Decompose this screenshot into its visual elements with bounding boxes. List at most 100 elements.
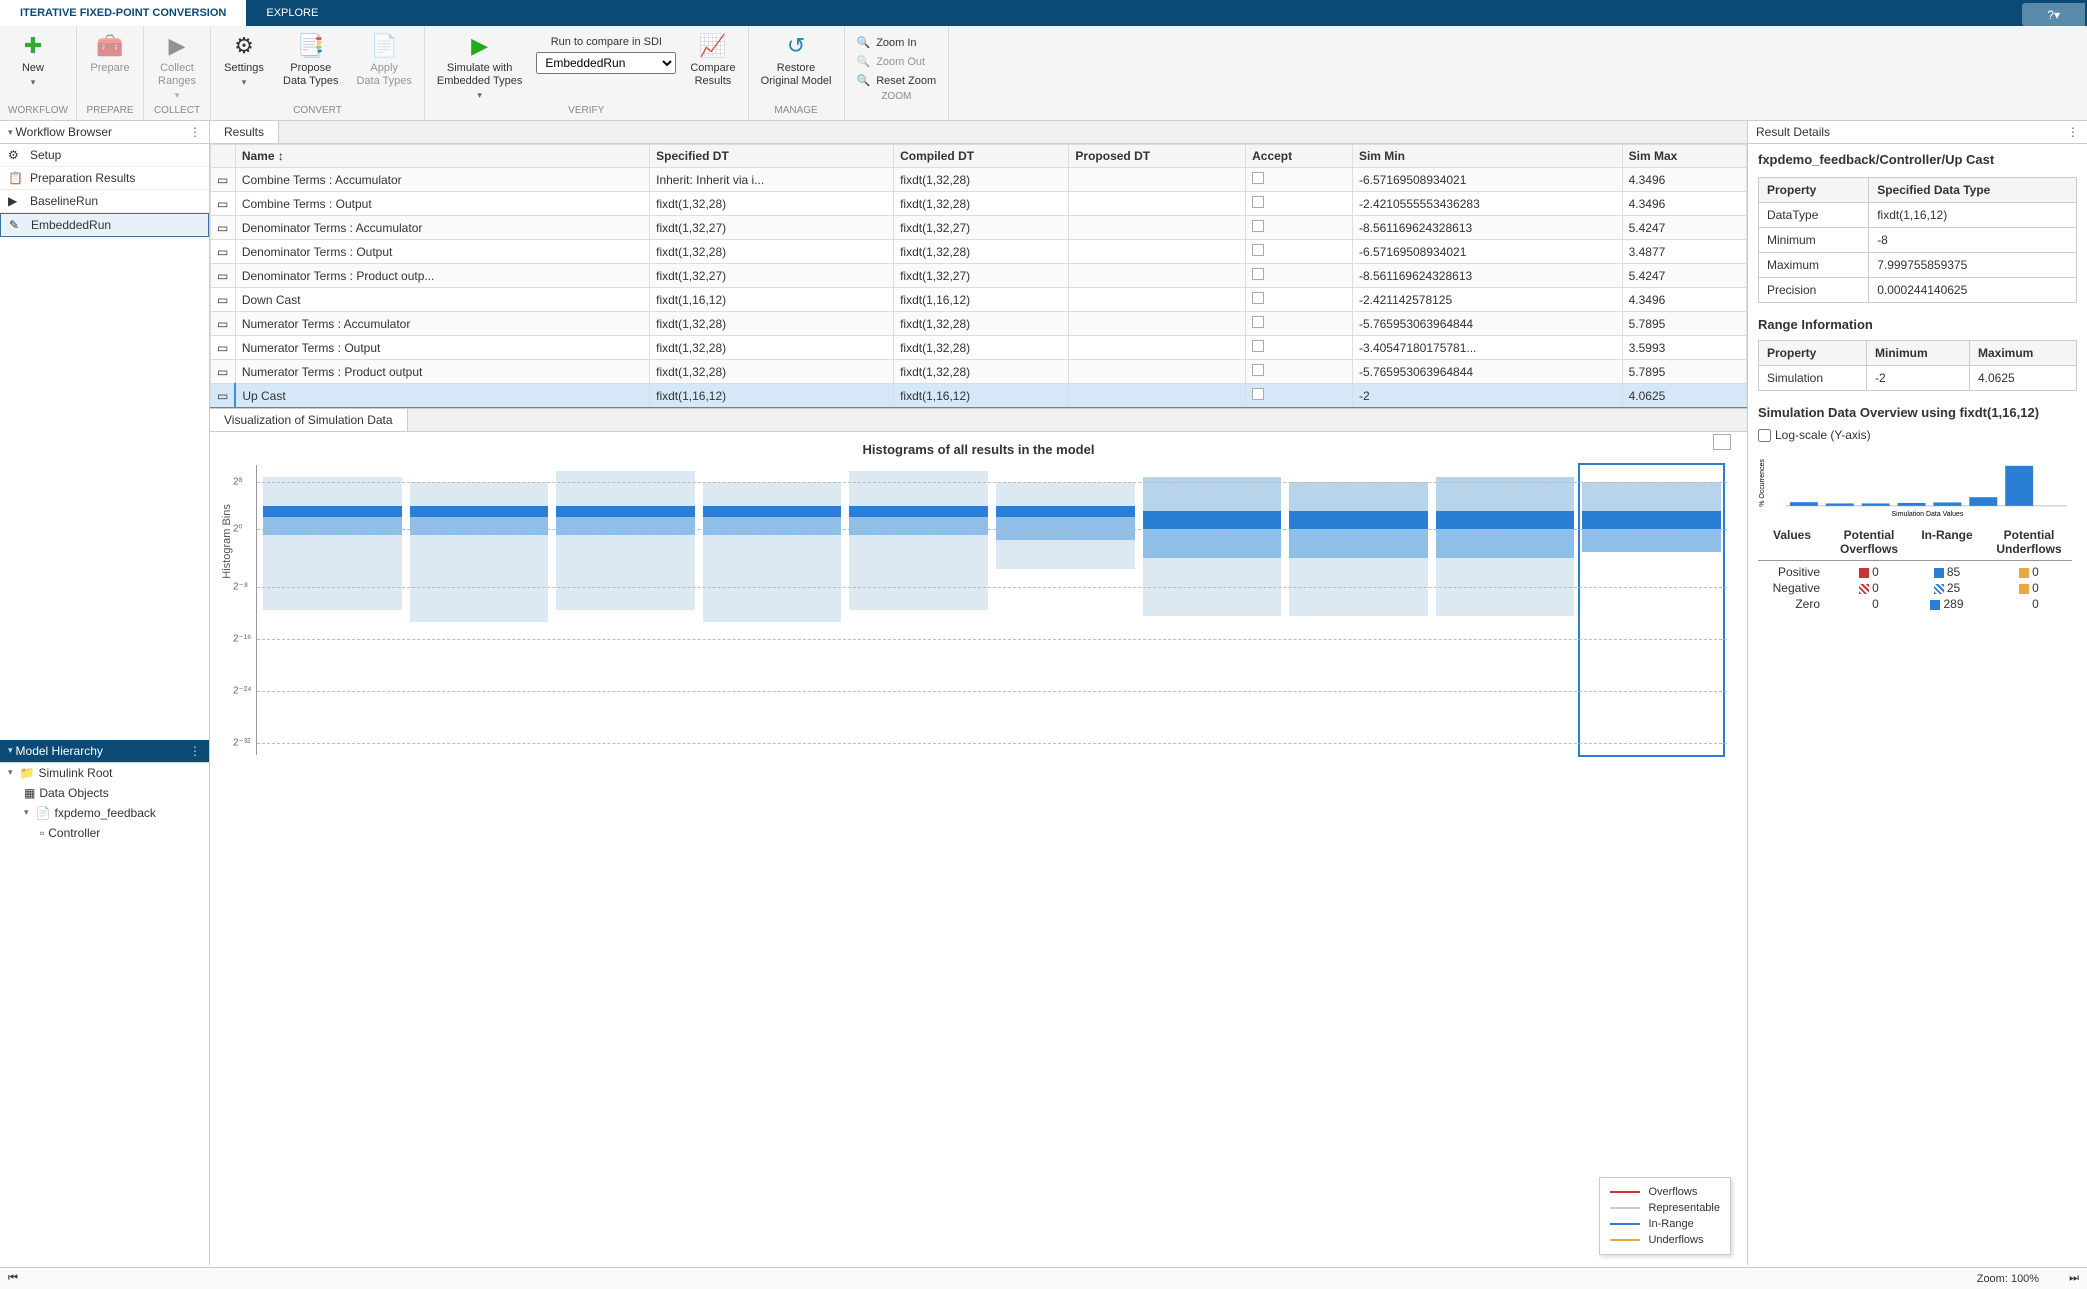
- zoom-group-label: ZOOM: [853, 89, 941, 104]
- col-sim-max[interactable]: Sim Max: [1622, 145, 1746, 168]
- model-hierarchy-tree: ▾📁 Simulink Root ▦ Data Objects ▾📄 fxpde…: [0, 763, 209, 1266]
- row-icon: ▭: [211, 312, 236, 336]
- workflow-item-embeddedrun[interactable]: ✎EmbeddedRun: [0, 213, 209, 237]
- workflow-item-preparation-results[interactable]: 📋Preparation Results: [0, 167, 209, 190]
- zoom-in-icon: 🔍: [857, 36, 871, 49]
- svg-text:% Occurrences: % Occurrences: [1759, 459, 1766, 507]
- model-menu-icon[interactable]: ⋮: [189, 744, 201, 758]
- collect-icon: ▶: [163, 32, 191, 60]
- row-icon: ▭: [211, 336, 236, 360]
- legend-toggle-button[interactable]: [1713, 434, 1731, 450]
- run-select[interactable]: EmbeddedRun: [536, 52, 676, 74]
- row-icon: ▭: [211, 192, 236, 216]
- tree-data-objects[interactable]: ▦ Data Objects: [0, 783, 209, 803]
- col-name[interactable]: Name ↕: [235, 145, 649, 168]
- hist-column[interactable]: [701, 465, 844, 755]
- workflow-menu-icon[interactable]: ⋮: [189, 125, 201, 139]
- accept-checkbox[interactable]: [1252, 292, 1264, 304]
- accept-checkbox[interactable]: [1252, 220, 1264, 232]
- prepare-group-label: PREPARE: [85, 103, 135, 118]
- table-row[interactable]: ▭ Numerator Terms : Product output fixdt…: [211, 360, 1747, 384]
- top-tab-bar: ITERATIVE FIXED-POINT CONVERSION EXPLORE…: [0, 0, 2087, 26]
- overview-title: Simulation Data Overview using fixdt(1,1…: [1758, 405, 2077, 420]
- table-row[interactable]: ▭ Denominator Terms : Output fixdt(1,32,…: [211, 240, 1747, 264]
- workflow-item-icon: ▶: [8, 194, 24, 208]
- apply-button: 📄 Apply Data Types: [352, 30, 415, 90]
- tree-root[interactable]: ▾📁 Simulink Root: [0, 763, 209, 783]
- accept-checkbox[interactable]: [1252, 316, 1264, 328]
- play-icon: ▶: [466, 32, 494, 60]
- accept-checkbox[interactable]: [1252, 244, 1264, 256]
- table-row[interactable]: ▭ Down Cast fixdt(1,16,12)fixdt(1,16,12)…: [211, 288, 1747, 312]
- property-row: Precision0.000244140625: [1759, 278, 2077, 303]
- reset-zoom-icon: 🔍: [857, 74, 871, 87]
- row-icon: ▭: [211, 384, 236, 408]
- accept-checkbox[interactable]: [1252, 388, 1264, 400]
- accept-checkbox[interactable]: [1252, 196, 1264, 208]
- propose-button[interactable]: 📑 Propose Data Types: [279, 30, 342, 90]
- property-row: Minimum-8: [1759, 228, 2077, 253]
- hist-column[interactable]: [847, 465, 990, 755]
- workflow-item-icon: 📋: [8, 171, 24, 185]
- reset-zoom-button[interactable]: 🔍Reset Zoom: [853, 72, 941, 89]
- prepare-icon: 🧰: [96, 32, 124, 60]
- table-row[interactable]: ▭ Denominator Terms : Product outp... fi…: [211, 264, 1747, 288]
- workflow-item-setup[interactable]: ⚙Setup: [0, 144, 209, 167]
- zoom-in-button[interactable]: 🔍Zoom In: [853, 34, 941, 51]
- status-bar: ⏮ Zoom: 100% ⏭: [0, 1267, 2087, 1289]
- table-row[interactable]: ▭ Combine Terms : Accumulator Inherit: I…: [211, 168, 1747, 192]
- table-row[interactable]: ▭ Combine Terms : Output fixdt(1,32,28)f…: [211, 192, 1747, 216]
- restore-icon: ↺: [782, 32, 810, 60]
- tree-model[interactable]: ▾📄 fxpdemo_feedback: [0, 803, 209, 823]
- workflow-item-icon: ⚙: [8, 148, 24, 162]
- hist-column[interactable]: [261, 465, 404, 755]
- hist-column[interactable]: [1434, 465, 1577, 755]
- row-icon: ▭: [211, 264, 236, 288]
- workflow-item-baselinerun[interactable]: ▶BaselineRun: [0, 190, 209, 213]
- col-compiled-dt[interactable]: Compiled DT: [894, 145, 1069, 168]
- details-menu-icon[interactable]: ⋮: [2067, 125, 2079, 139]
- table-row[interactable]: ▭ Denominator Terms : Accumulator fixdt(…: [211, 216, 1747, 240]
- logscale-checkbox[interactable]: Log-scale (Y-axis): [1758, 428, 2077, 442]
- accept-checkbox[interactable]: [1252, 364, 1264, 376]
- hist-ylabel: Histogram Bins: [221, 504, 233, 579]
- viz-tab[interactable]: Visualization of Simulation Data: [210, 409, 408, 431]
- compare-button[interactable]: 📈 Compare Results: [686, 30, 739, 90]
- hist-column[interactable]: [408, 465, 551, 755]
- hist-column[interactable]: [1287, 465, 1430, 755]
- results-tab[interactable]: Results: [210, 121, 279, 143]
- hist-column[interactable]: [1141, 465, 1284, 755]
- new-button[interactable]: ✚ New ▾: [8, 30, 58, 90]
- viz-panel: Histograms of all results in the model H…: [210, 432, 1747, 1265]
- col-proposed-dt[interactable]: Proposed DT: [1069, 145, 1246, 168]
- help-button[interactable]: ? ▾: [2022, 3, 2085, 26]
- tab-explore[interactable]: EXPLORE: [246, 0, 338, 26]
- tree-controller[interactable]: ▫ Controller: [0, 823, 209, 843]
- col-specified-dt[interactable]: Specified DT: [650, 145, 894, 168]
- hist-column[interactable]: [554, 465, 697, 755]
- table-row[interactable]: ▭ Numerator Terms : Accumulator fixdt(1,…: [211, 312, 1747, 336]
- table-row[interactable]: ▭ Up Cast fixdt(1,16,12)fixdt(1,16,12) -…: [211, 384, 1747, 408]
- mini-histogram: % Occurrences Simulation Data Values: [1758, 448, 2077, 518]
- zoom-out-button: 🔍Zoom Out: [853, 53, 941, 70]
- nav-first-icon[interactable]: ⏮: [8, 1272, 18, 1285]
- hist-column[interactable]: [994, 465, 1137, 755]
- zoom-out-icon: 🔍: [857, 55, 871, 68]
- restore-button[interactable]: ↺ Restore Original Model: [757, 30, 836, 90]
- accept-checkbox[interactable]: [1252, 268, 1264, 280]
- collect-ranges-button: ▶ Collect Ranges ▾: [152, 30, 202, 103]
- col-sim-min[interactable]: Sim Min: [1352, 145, 1622, 168]
- nav-last-icon[interactable]: ⏭: [2069, 1272, 2079, 1285]
- row-icon: ▭: [211, 288, 236, 312]
- values-legend-table: ValuesPotential OverflowsIn-RangePotenti…: [1758, 528, 2077, 611]
- settings-button[interactable]: ⚙ Settings ▾: [219, 30, 269, 90]
- simulate-button[interactable]: ▶ Simulate with Embedded Types ▾: [433, 30, 526, 103]
- hist-column[interactable]: [1580, 465, 1723, 755]
- accept-checkbox[interactable]: [1252, 340, 1264, 352]
- col-accept[interactable]: Accept: [1246, 145, 1353, 168]
- result-details-header: Result Details ⋮: [1748, 121, 2087, 144]
- tab-iterative[interactable]: ITERATIVE FIXED-POINT CONVERSION: [0, 0, 246, 26]
- table-row[interactable]: ▭ Numerator Terms : Output fixdt(1,32,28…: [211, 336, 1747, 360]
- accept-checkbox[interactable]: [1252, 172, 1264, 184]
- results-table: Name ↕Specified DTCompiled DTProposed DT…: [210, 144, 1747, 408]
